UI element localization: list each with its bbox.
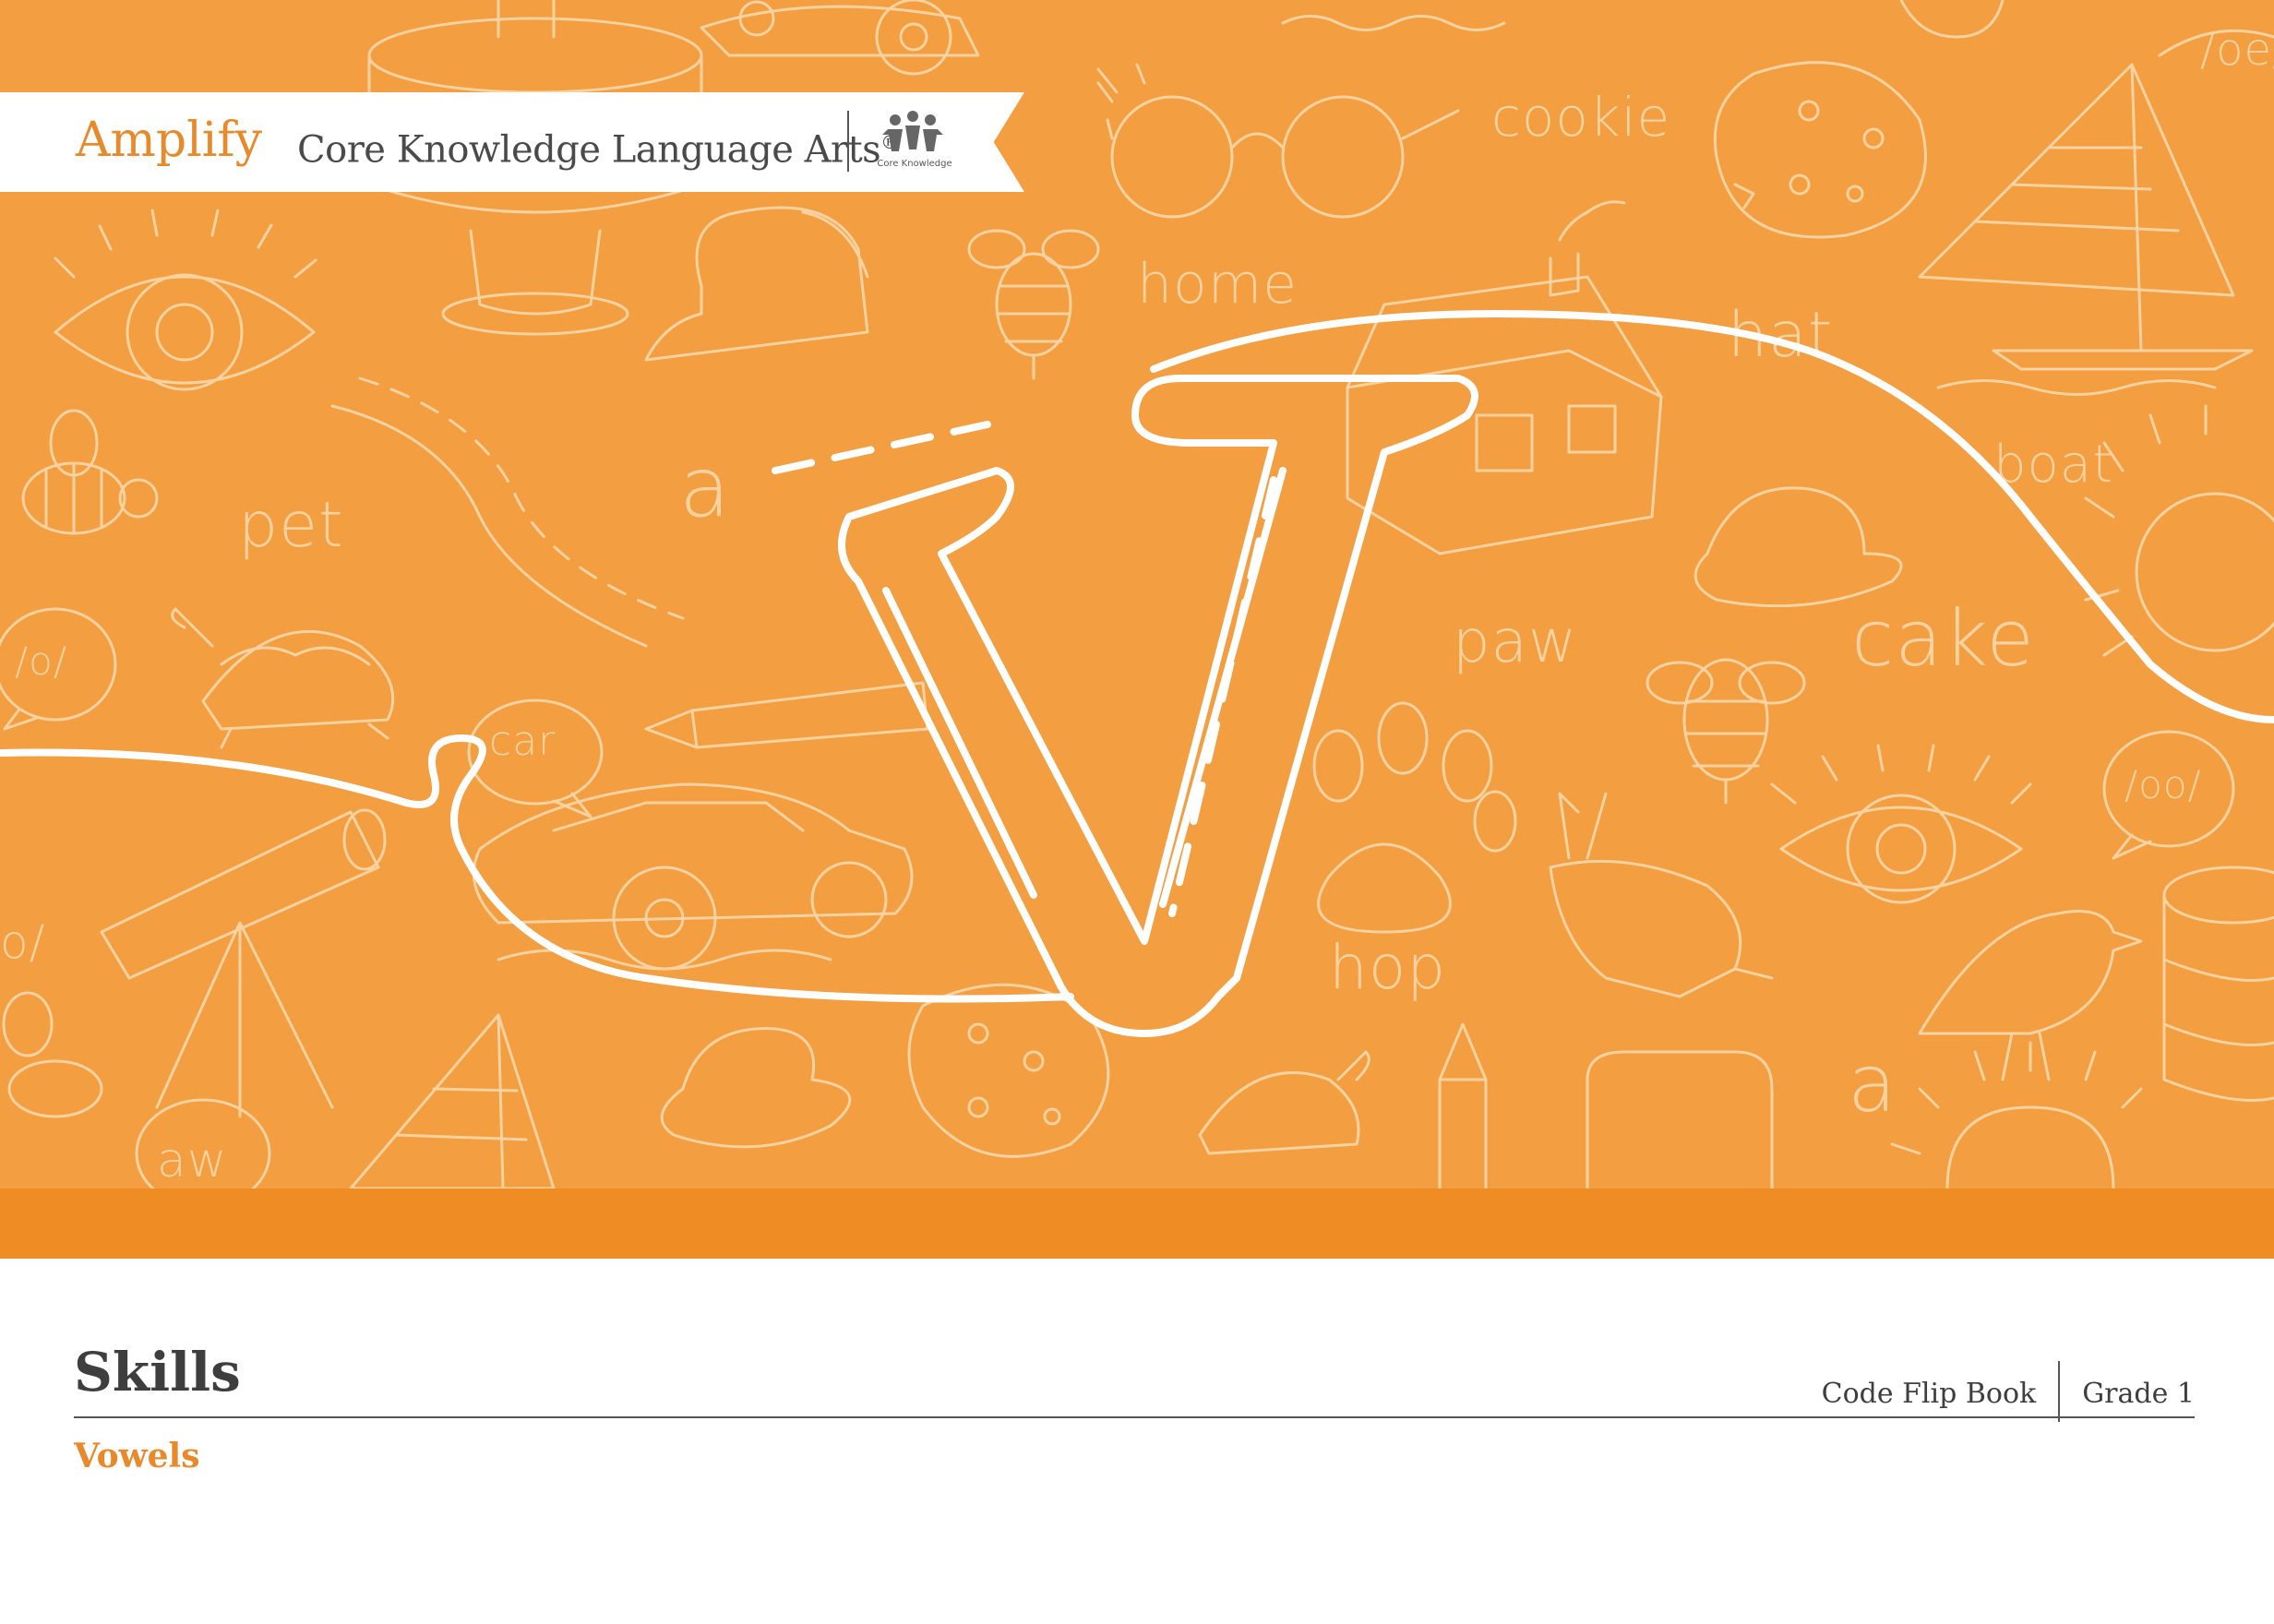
road-dashes-v xyxy=(1168,476,1277,917)
orange-band xyxy=(0,1188,2274,1259)
grade-label: Grade 1 xyxy=(2082,1377,2195,1410)
book-title: Skills xyxy=(74,1341,241,1403)
program-title: Core Knowledge Language Arts® xyxy=(297,116,899,175)
book-subtitle: Vowels xyxy=(74,1437,200,1475)
book-meta: Code Flip Book Grade 1 xyxy=(1821,1361,2195,1422)
cover-illustration: cookie home hat boat pet a paw cake /o/ … xyxy=(0,0,2274,1188)
meta-divider xyxy=(2058,1361,2061,1422)
core-knowledge-logo-icon xyxy=(882,111,943,151)
road-line-left xyxy=(0,734,1074,1003)
footer-rule xyxy=(74,1416,2195,1418)
core-knowledge-logo-label: Core Knowledge xyxy=(877,159,952,169)
letter-v-outline xyxy=(838,375,1478,1037)
amplify-logo: Amplify xyxy=(76,113,263,168)
program-name: Core Knowledge Language Arts xyxy=(297,128,881,172)
road-dashes-top xyxy=(772,421,991,474)
book-type: Code Flip Book xyxy=(1821,1377,2037,1410)
brand-divider xyxy=(847,111,849,172)
